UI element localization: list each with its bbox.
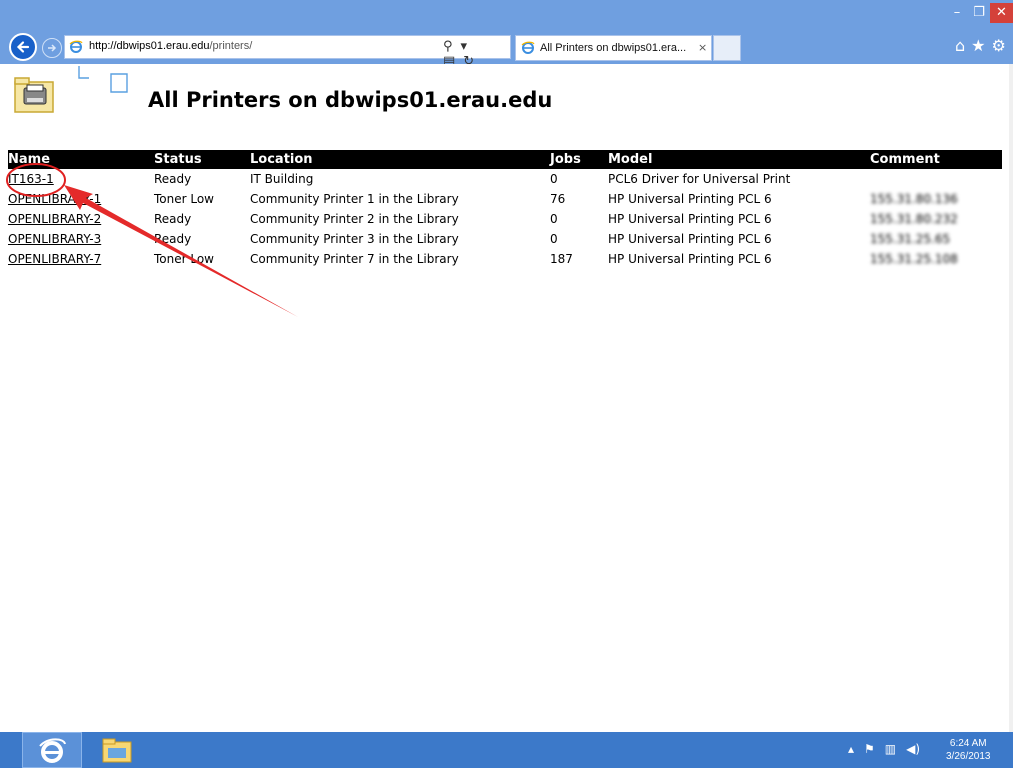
system-tray: ▴ ⚑ ▥ ◀) <box>848 742 930 756</box>
ie-page-icon <box>69 40 83 53</box>
printer-link[interactable]: OPENLIBRARY-3 <box>8 232 101 246</box>
url-domain: http://dbwips01.erau.edu <box>89 40 210 52</box>
table-header-row: Name Status Location Jobs Model Comment <box>8 150 1002 169</box>
search-icon[interactable]: ⚲ <box>443 39 453 54</box>
status-cell: Ready <box>154 212 192 226</box>
printer-link[interactable]: OPENLIBRARY-7 <box>8 252 101 266</box>
model-cell: HP Universal Printing PCL 6 <box>608 252 772 266</box>
network-icon[interactable]: ▥ <box>885 742 896 756</box>
comment-cell: 155.31.25.65 <box>870 232 951 246</box>
status-cell: Ready <box>154 172 192 186</box>
jobs-cell: 76 <box>550 192 566 206</box>
header-comment: Comment <box>870 150 1002 169</box>
settings-gear-icon[interactable]: ⚙ <box>992 36 1006 55</box>
browser-right-icons: ⌂ ★ ⚙ <box>955 36 1012 55</box>
back-button[interactable] <box>9 33 37 61</box>
printer-link[interactable]: IT163-1 <box>8 172 54 186</box>
scrollbar[interactable] <box>1009 64 1013 732</box>
comment-cell <box>870 169 1002 189</box>
status-cell: Toner Low <box>154 192 214 206</box>
location-cell: Community Printer 7 in the Library <box>250 252 459 266</box>
address-url: http://dbwips01.erau.edu/printers/ <box>89 40 252 52</box>
show-hidden-icon[interactable]: ▴ <box>848 742 854 756</box>
table-row: OPENLIBRARY-3 Ready Community Printer 3 … <box>8 229 1002 249</box>
page-title: All Printers on dbwips01.erau.edu <box>148 88 553 112</box>
home-icon[interactable]: ⌂ <box>955 36 965 55</box>
jobs-cell: 187 <box>550 252 573 266</box>
model-cell: HP Universal Printing PCL 6 <box>608 192 772 206</box>
minimize-button[interactable]: – <box>946 3 968 23</box>
table-row: OPENLIBRARY-7 Toner Low Community Printe… <box>8 249 1002 269</box>
taskbar: ▴ ⚑ ▥ ◀) 6:24 AM 3/26/2013 <box>0 732 1013 768</box>
model-cell: HP Universal Printing PCL 6 <box>608 232 772 246</box>
printers-table: Name Status Location Jobs Model Comment … <box>8 150 1002 269</box>
ie-page-icon <box>521 41 535 54</box>
page-content: All Printers on dbwips01.erau.edu Name S… <box>0 64 1013 732</box>
taskbar-ie-button[interactable] <box>22 732 82 768</box>
status-cell: Ready <box>154 232 192 246</box>
favorites-star-icon[interactable]: ★ <box>971 36 985 55</box>
close-button[interactable]: ✕ <box>990 3 1013 23</box>
logo-decoration <box>78 66 128 93</box>
forward-arrow-icon <box>48 44 57 52</box>
location-cell: Community Printer 1 in the Library <box>250 192 459 206</box>
model-cell: PCL6 Driver for Universal Print <box>608 172 791 186</box>
back-arrow-icon <box>16 41 30 53</box>
printer-link[interactable]: OPENLIBRARY-2 <box>8 212 101 226</box>
jobs-cell: 0 <box>550 172 558 186</box>
file-explorer-icon[interactable] <box>100 735 134 765</box>
comment-cell: 155.31.25.108 <box>870 252 958 266</box>
printer-link[interactable]: OPENLIBRARY-1 <box>8 192 101 206</box>
header-name: Name <box>8 150 154 169</box>
table-row: IT163-1 Ready IT Building 0 PCL6 Driver … <box>8 169 1002 189</box>
printer-folder-icon <box>14 77 54 113</box>
tab-label: All Printers on dbwips01.era... <box>540 42 687 54</box>
flag-icon[interactable]: ⚑ <box>864 742 875 756</box>
table-row: OPENLIBRARY-2 Ready Community Printer 2 … <box>8 209 1002 229</box>
header-jobs: Jobs <box>550 150 608 169</box>
jobs-cell: 0 <box>550 232 558 246</box>
tab-close-icon[interactable]: × <box>698 41 707 54</box>
ie-taskbar-icon <box>39 738 66 763</box>
comment-cell: 155.31.80.136 <box>870 192 958 206</box>
header-model: Model <box>608 150 870 169</box>
maximize-button[interactable]: ❐ <box>968 3 990 23</box>
table-row: OPENLIBRARY-1 Toner Low Community Printe… <box>8 189 1002 209</box>
header-status: Status <box>154 150 250 169</box>
browser-chrome: – ❐ ✕ http://dbwips01.erau.edu/printers/… <box>0 0 1013 69</box>
url-path: /printers/ <box>209 40 253 52</box>
clock-date: 3/26/2013 <box>946 751 991 762</box>
comment-cell: 155.31.80.232 <box>870 212 958 226</box>
forward-button[interactable] <box>42 38 62 58</box>
volume-icon[interactable]: ◀) <box>906 742 920 756</box>
new-tab-button[interactable] <box>713 35 741 61</box>
clock-time: 6:24 AM <box>949 738 987 749</box>
location-cell: IT Building <box>250 172 314 186</box>
clock[interactable]: 6:24 AM 3/26/2013 <box>946 737 991 763</box>
header-location: Location <box>250 150 550 169</box>
model-cell: HP Universal Printing PCL 6 <box>608 212 772 226</box>
jobs-cell: 0 <box>550 212 558 226</box>
address-bar[interactable]: http://dbwips01.erau.edu/printers/ ⚲ ▾ ▤ ↻ <box>64 35 511 69</box>
tab-all-printers[interactable]: All Printers on dbwips01.era... × <box>515 35 712 61</box>
location-cell: Community Printer 3 in the Library <box>250 232 459 246</box>
location-cell: Community Printer 2 in the Library <box>250 212 459 226</box>
status-cell: Toner Low <box>154 252 214 266</box>
